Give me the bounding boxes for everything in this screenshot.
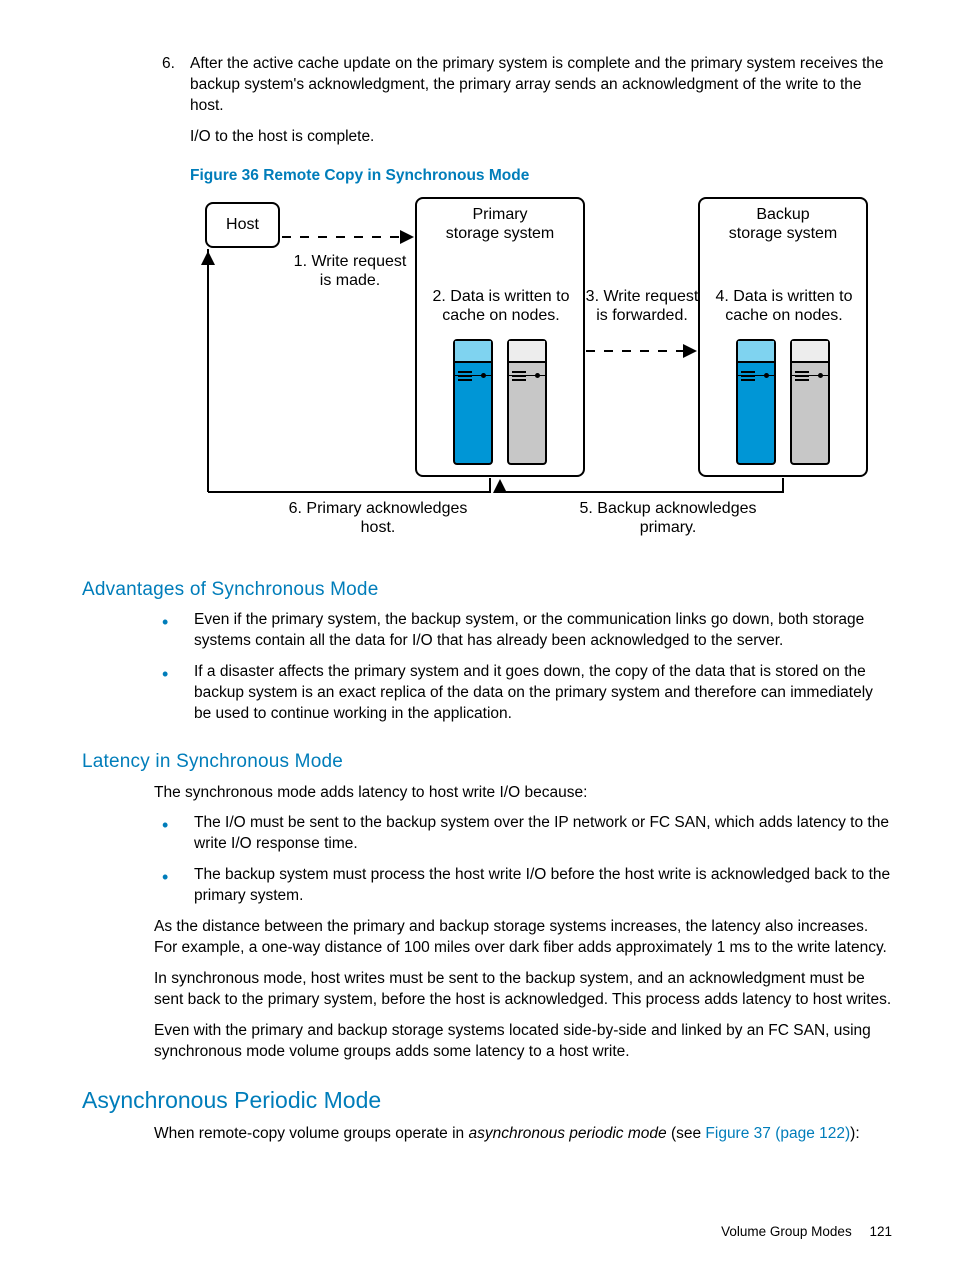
primary-storage-box: Primary storage system bbox=[415, 197, 585, 477]
latency-para: As the distance between the primary and … bbox=[154, 917, 894, 959]
latency-heading: Latency in Synchronous Mode bbox=[82, 749, 894, 775]
async-intro: When remote-copy volume groups operate i… bbox=[154, 1124, 894, 1145]
figure-37-xref[interactable]: Figure 37 (page 122) bbox=[705, 1125, 850, 1142]
figure-caption: Figure 36 Remote Copy in Synchronous Mod… bbox=[190, 166, 894, 187]
bullet-item: Even if the primary system, the backup s… bbox=[154, 610, 894, 652]
latency-para: In synchronous mode, host writes must be… bbox=[154, 969, 894, 1011]
step-text-continuation: I/O to the host is complete. bbox=[190, 127, 894, 148]
annotation-step1: 1. Write request is made. bbox=[265, 252, 435, 290]
numbered-step-list: 6. After the active cache update on the … bbox=[82, 54, 894, 553]
server-rack-icon bbox=[453, 339, 493, 465]
server-rack-icon bbox=[507, 339, 547, 465]
latency-para: Even with the primary and backup storage… bbox=[154, 1021, 894, 1063]
annotation-step5: 5. Backup acknowledges primary. bbox=[558, 499, 778, 537]
step-number: 6. bbox=[162, 54, 175, 75]
annotation-step2: 2. Data is written to cache on nodes. bbox=[414, 287, 588, 325]
bullet-item: The I/O must be sent to the backup syste… bbox=[154, 813, 894, 855]
annotation-step3: 3. Write request is forwarded. bbox=[582, 287, 702, 325]
annotation-step6: 6. Primary acknowledges host. bbox=[268, 499, 488, 537]
async-heading: Asynchronous Periodic Mode bbox=[82, 1085, 894, 1116]
server-rack-icon bbox=[790, 339, 830, 465]
advantages-heading: Advantages of Synchronous Mode bbox=[82, 577, 894, 603]
annotation-step4: 4. Data is written to cache on nodes. bbox=[696, 287, 872, 325]
step-text: After the active cache update on the pri… bbox=[190, 55, 884, 114]
footer-section: Volume Group Modes bbox=[721, 1224, 852, 1239]
advantages-list: Even if the primary system, the backup s… bbox=[154, 610, 894, 725]
server-rack-icon bbox=[736, 339, 776, 465]
step-6: 6. After the active cache update on the … bbox=[144, 54, 894, 553]
latency-list: The I/O must be sent to the backup syste… bbox=[154, 813, 894, 907]
page-number: 121 bbox=[869, 1224, 892, 1239]
bullet-item: If a disaster affects the primary system… bbox=[154, 662, 894, 725]
host-box: Host bbox=[205, 202, 280, 248]
bullet-item: The backup system must process the host … bbox=[154, 865, 894, 907]
async-term: asynchronous periodic mode bbox=[468, 1125, 666, 1142]
backup-storage-box: Backup storage system bbox=[698, 197, 868, 477]
latency-intro: The synchronous mode adds latency to hos… bbox=[154, 783, 894, 804]
figure-36-diagram: Host Primary storage system Backup stora… bbox=[190, 197, 870, 553]
page-footer: Volume Group Modes 121 bbox=[721, 1223, 892, 1241]
